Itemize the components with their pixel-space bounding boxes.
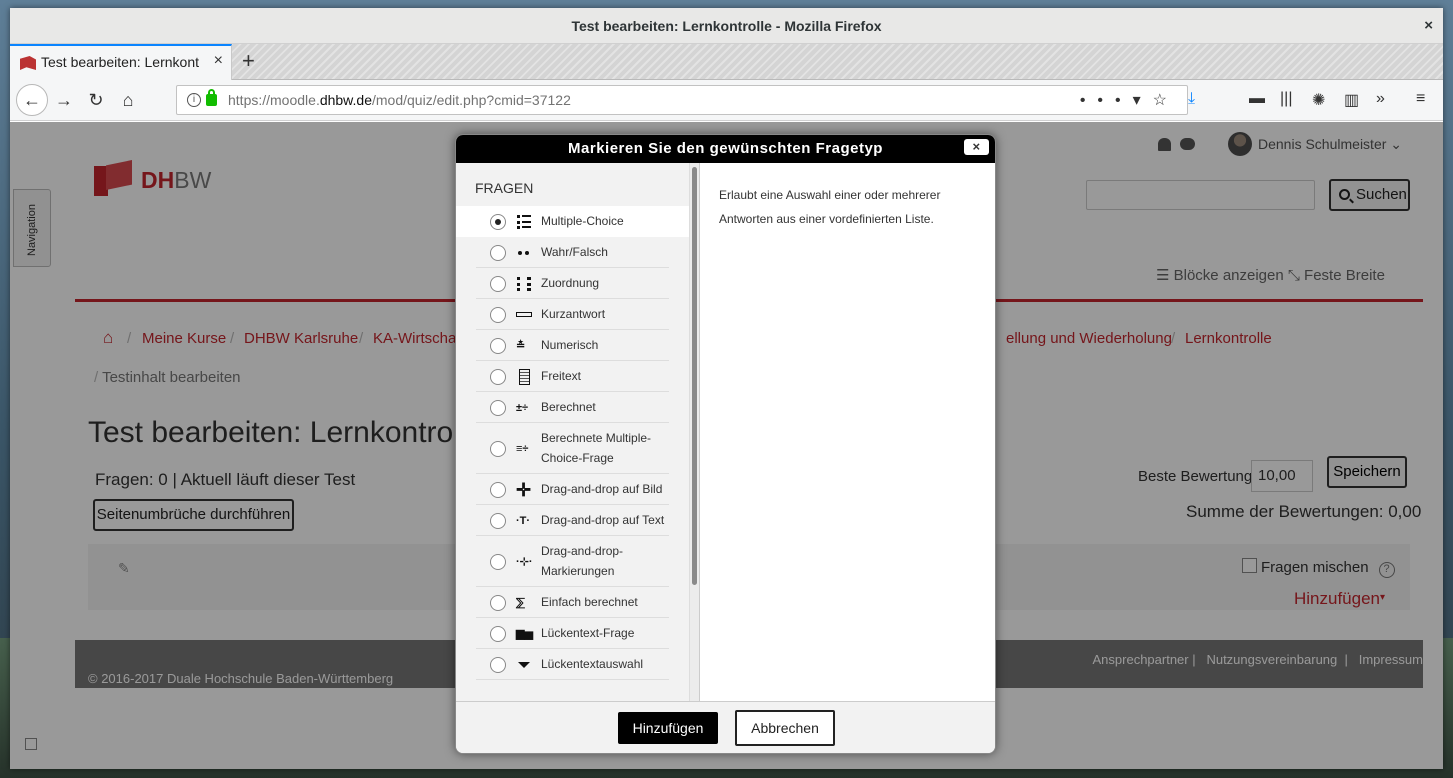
url-text: https://moodle.dhbw.de/mod/quiz/edit.php… <box>228 92 571 108</box>
drag-markers-icon: ·⊹· <box>516 556 533 568</box>
move-icon: ✛ <box>516 480 532 500</box>
lock-icon <box>206 89 217 106</box>
question-type-option[interactable]: ±÷ Berechnet <box>476 392 669 423</box>
calculated-icon: ±÷ <box>516 402 529 414</box>
question-type-option[interactable]: Kurzantwort <box>476 299 669 330</box>
question-type-radio[interactable] <box>490 513 506 529</box>
question-type-option[interactable]: Multiple-Choice <box>456 206 689 237</box>
question-type-option[interactable]: ⅀ Einfach berechnet <box>476 587 669 618</box>
question-type-option[interactable]: Wahr/Falsch <box>476 237 669 268</box>
question-type-label: Berechnete Multiple-Choice-Frage <box>541 431 652 465</box>
description-panel: Erlaubt eine Auswahl einer oder mehrerer… <box>699 163 995 701</box>
window-close-button[interactable]: × <box>1424 8 1433 44</box>
browser-tab[interactable]: Test bearbeiten: Lernkont × <box>10 44 232 80</box>
dialog-title: Markieren Sie den gewünschten Fragetyp <box>568 140 883 157</box>
select-missing-words-icon <box>516 657 532 673</box>
question-type-label: Drag-and-drop auf Bild <box>541 482 663 496</box>
question-type-list: FRAGEN Multiple-Choice Wahr/Falsch Zuordnu… <box>456 163 698 701</box>
question-type-label: Lückentext-Frage <box>541 626 635 640</box>
question-type-label: Lückentextauswahl <box>541 657 644 671</box>
question-type-radio[interactable] <box>490 214 506 230</box>
window-titlebar: Test bearbeiten: Lernkontrolle - Mozilla… <box>10 8 1443 44</box>
question-type-radio[interactable] <box>490 307 506 323</box>
cancel-button[interactable]: Abbrechen <box>735 710 835 746</box>
tab-title: Test bearbeiten: Lernkont <box>41 54 199 70</box>
question-type-option[interactable]: ≛ Numerisch <box>476 330 669 361</box>
add-button[interactable]: Hinzufügen <box>618 712 718 744</box>
list-icon <box>516 214 532 230</box>
question-type-option[interactable]: ▆▅ Lückentext-Frage <box>476 618 669 649</box>
question-type-radio[interactable] <box>490 482 506 498</box>
forward-button[interactable]: → <box>52 80 76 121</box>
question-type-option[interactable]: ·⊹· Drag-and-drop-Markierungen <box>476 536 669 587</box>
question-type-radio[interactable] <box>490 276 506 292</box>
drag-text-icon: ·T· <box>516 515 531 527</box>
short-answer-icon <box>516 307 532 323</box>
overflow-icon[interactable]: » <box>1376 90 1385 108</box>
question-type-option[interactable]: Zuordnung <box>476 268 669 299</box>
question-type-radio[interactable] <box>490 657 506 673</box>
question-type-dialog: Markieren Sie den gewünschten Fragetyp ×… <box>455 134 996 754</box>
question-type-option[interactable]: ·T· Drag-and-drop auf Text <box>476 505 669 536</box>
menu-icon[interactable]: ≡ <box>1416 90 1425 108</box>
question-type-radio[interactable] <box>490 400 506 416</box>
dialog-footer: Hinzufügen Abbrechen <box>456 701 995 753</box>
cloze-icon: ▆▅ <box>516 628 533 640</box>
moodle-favicon-icon <box>20 56 36 70</box>
question-type-label: Drag-and-drop auf Text <box>541 513 665 527</box>
question-type-label: Freitext <box>541 369 582 383</box>
sidebar-icon[interactable]: ▥ <box>1344 90 1359 110</box>
question-type-label: Numerisch <box>541 338 599 352</box>
question-type-option[interactable]: ≡÷ Berechnete Multiple-Choice-Frage <box>476 423 669 474</box>
question-type-option[interactable]: ✛ Drag-and-drop auf Bild <box>476 474 669 505</box>
question-type-option[interactable]: Freitext <box>476 361 669 392</box>
address-bar[interactable]: i https://moodle.dhbw.de/mod/quiz/edit.p… <box>176 85 1188 115</box>
numerical-icon: ≛ <box>516 340 526 352</box>
matching-icon <box>516 276 532 292</box>
essay-icon <box>516 369 532 385</box>
question-type-radio[interactable] <box>490 595 506 611</box>
dialog-header: Markieren Sie den gewünschten Fragetyp × <box>456 135 995 163</box>
tab-close-icon[interactable]: × <box>214 52 223 70</box>
question-type-label: Wahr/Falsch <box>541 245 608 259</box>
question-type-radio[interactable] <box>490 441 506 457</box>
list-scrollbar[interactable] <box>689 163 699 701</box>
tab-strip: Test bearbeiten: Lernkont × + <box>10 44 1443 80</box>
back-button[interactable]: ← <box>16 84 48 116</box>
question-type-label: Einfach berechnet <box>541 595 638 609</box>
library-icon[interactable]: ||| <box>1280 90 1292 108</box>
navigation-toolbar: ← → ↻ ⌂ i https://moodle.dhbw.de/mod/qui… <box>10 80 1443 121</box>
question-type-label: Zuordnung <box>541 276 600 290</box>
home-icon[interactable]: ⌂ <box>116 80 140 121</box>
question-type-radio[interactable] <box>490 626 506 642</box>
page-actions[interactable]: •••▾☆ <box>1080 90 1179 110</box>
question-type-label: Drag-and-drop-Markierungen <box>541 544 624 578</box>
reload-button[interactable]: ↻ <box>84 80 108 121</box>
info-icon[interactable]: i <box>187 93 201 107</box>
pocket-icon[interactable]: ▬ <box>1249 90 1265 108</box>
question-type-radio[interactable] <box>490 338 506 354</box>
simple-calculated-icon: ⅀ <box>516 597 525 609</box>
dialog-close-button[interactable]: × <box>964 139 989 155</box>
scrollbar-thumb[interactable] <box>692 167 697 585</box>
question-type-radio[interactable] <box>490 554 506 570</box>
calculated-multi-icon: ≡÷ <box>516 443 529 455</box>
extension-icon[interactable]: ✺ <box>1312 90 1325 110</box>
question-type-radio[interactable] <box>490 369 506 385</box>
question-type-option[interactable]: Lückentextauswahl <box>476 649 669 680</box>
question-type-label: Kurzantwort <box>541 307 606 321</box>
new-tab-button[interactable]: + <box>242 48 255 74</box>
question-type-label: Berechnet <box>541 400 596 414</box>
dots-icon <box>516 245 532 261</box>
question-type-radio[interactable] <box>490 245 506 261</box>
window-title: Test bearbeiten: Lernkontrolle - Mozilla… <box>571 18 882 34</box>
question-type-description: Erlaubt eine Auswahl einer oder mehrerer… <box>719 188 941 226</box>
question-type-label: Multiple-Choice <box>541 214 624 228</box>
category-heading: FRAGEN <box>475 180 534 196</box>
download-icon[interactable]: ⤓ <box>1188 90 1195 108</box>
